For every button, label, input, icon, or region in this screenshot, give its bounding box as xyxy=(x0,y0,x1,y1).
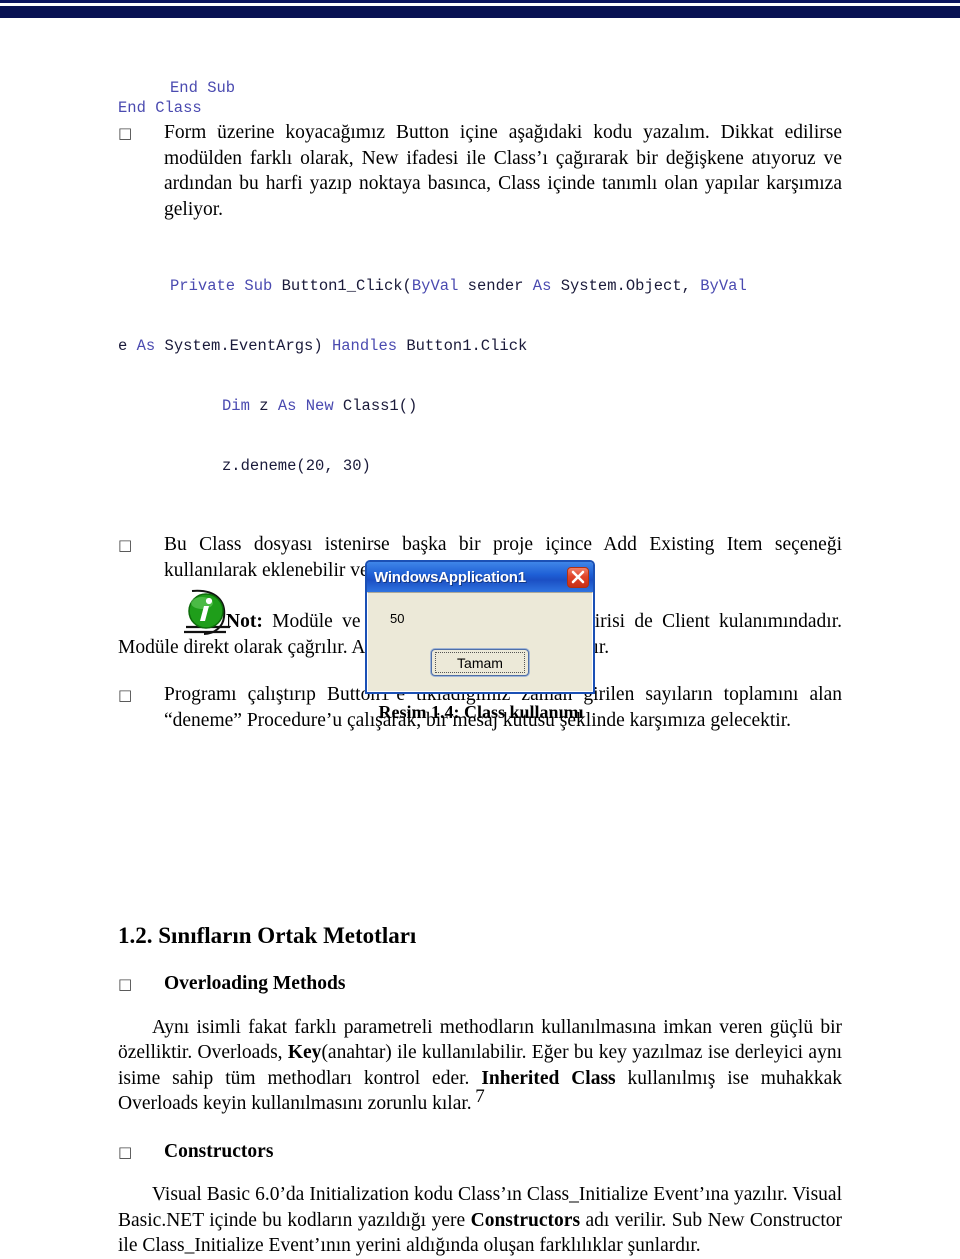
dialog-client-area: 50 Tamam xyxy=(367,592,593,692)
paragraph-constructors: Visual Basic 6.0’da Initialization kodu … xyxy=(118,1184,842,1256)
figure-class-usage: WindowsApplication1 50 Tamam Resim 1.4: … xyxy=(365,560,597,723)
list-item: □ Constructors xyxy=(118,1139,842,1165)
code-line-1: Private Sub Button1_Click(ByVal sender A… xyxy=(170,277,747,295)
list-item-text: Overloading Methods xyxy=(164,973,346,994)
list-item: □ Overloading Methods xyxy=(118,971,842,997)
dialog-message-text: 50 xyxy=(390,611,405,626)
header-decorative-rules xyxy=(0,0,960,18)
code-line-2: e As System.EventArgs) Handles Button1.C… xyxy=(118,337,528,355)
code-line-end-class: End Class xyxy=(118,99,202,117)
list-item-text: Constructors xyxy=(164,1140,274,1162)
code-line-3: Dim z As New Class1() xyxy=(222,397,418,415)
code-line-4: z.deneme(20, 30) xyxy=(222,457,371,475)
ok-button-label: Tamam xyxy=(435,652,525,673)
code-block: Private Sub Button1_Click(ByVal sender A… xyxy=(118,236,842,516)
list-item: □ Form üzerine koyacağımız Button içine … xyxy=(118,120,842,222)
windows-dialog: WindowsApplication1 50 Tamam xyxy=(365,560,595,694)
header-bar xyxy=(0,6,960,18)
close-icon[interactable] xyxy=(567,566,589,588)
page-number: 7 xyxy=(475,1086,485,1107)
ok-button[interactable]: Tamam xyxy=(431,649,529,676)
bullet-box-icon: □ xyxy=(118,1142,133,1161)
dialog-titlebar: WindowsApplication1 xyxy=(367,562,593,592)
info-icon xyxy=(176,587,240,641)
list-item-text: Form üzerine koyacağımız Button içine aş… xyxy=(164,122,842,220)
code-line-end-sub: End Sub xyxy=(170,79,236,97)
page-title: 1.2. Sınıfların Ortak Metotları xyxy=(118,923,417,948)
bullet-box-icon: □ xyxy=(118,686,133,704)
bullet-box-icon: □ xyxy=(118,975,133,993)
bullet-box-icon: □ xyxy=(118,536,133,554)
dialog-title: WindowsApplication1 xyxy=(374,568,526,586)
figure-caption: Resim 1.4: Class kullanımı xyxy=(378,702,584,722)
bullet-box-icon: □ xyxy=(118,124,133,142)
